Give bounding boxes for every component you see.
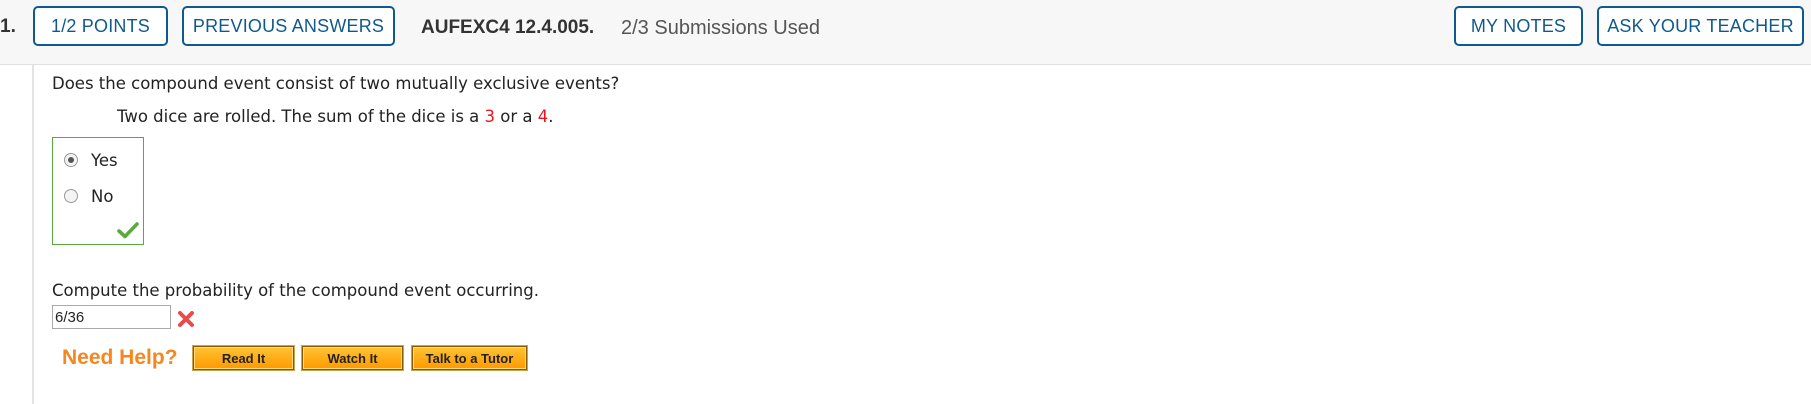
choice-group: Yes No <box>52 137 144 245</box>
scenario-value-b: 4 <box>537 107 549 126</box>
choice-label-yes[interactable]: Yes <box>91 151 118 170</box>
question-scenario: Two dice are rolled. The sum of the dice… <box>117 107 554 126</box>
assignment-code: AUFEXC4 12.4.005. <box>421 17 595 38</box>
need-help-label: Need Help? <box>62 346 178 369</box>
radio-yes[interactable] <box>64 153 78 167</box>
previous-answers-button[interactable]: PREVIOUS ANSWERS <box>182 6 395 46</box>
ask-teacher-button[interactable]: ASK YOUR TEACHER <box>1597 6 1804 46</box>
watch-it-button[interactable]: Watch It <box>301 345 404 371</box>
scenario-value-a: 3 <box>484 107 496 126</box>
question-number: 1. <box>0 16 16 37</box>
question-header: 1. 1/2 POINTS PREVIOUS ANSWERS AUFEXC4 1… <box>0 0 1811 65</box>
read-it-button[interactable]: Read It <box>192 345 295 371</box>
question-left-border <box>32 64 34 404</box>
talk-to-tutor-button[interactable]: Talk to a Tutor <box>411 345 528 371</box>
probability-answer-input[interactable] <box>52 305 171 329</box>
choice-label-no[interactable]: No <box>91 187 113 206</box>
submissions-used: 2/3 Submissions Used <box>621 17 820 39</box>
radio-no[interactable] <box>64 189 78 203</box>
x-mark-icon <box>178 311 194 327</box>
scenario-text-mid: or a <box>495 107 538 126</box>
question-prompt: Does the compound event consist of two m… <box>52 74 620 93</box>
checkmark-icon <box>117 222 139 239</box>
points-button[interactable]: 1/2 POINTS <box>33 6 168 46</box>
part2-prompt: Compute the probability of the compound … <box>52 281 539 300</box>
scenario-text-end: . <box>548 107 554 126</box>
my-notes-button[interactable]: MY NOTES <box>1454 6 1583 46</box>
scenario-text-prefix: Two dice are rolled. The sum of the dice… <box>117 107 485 126</box>
